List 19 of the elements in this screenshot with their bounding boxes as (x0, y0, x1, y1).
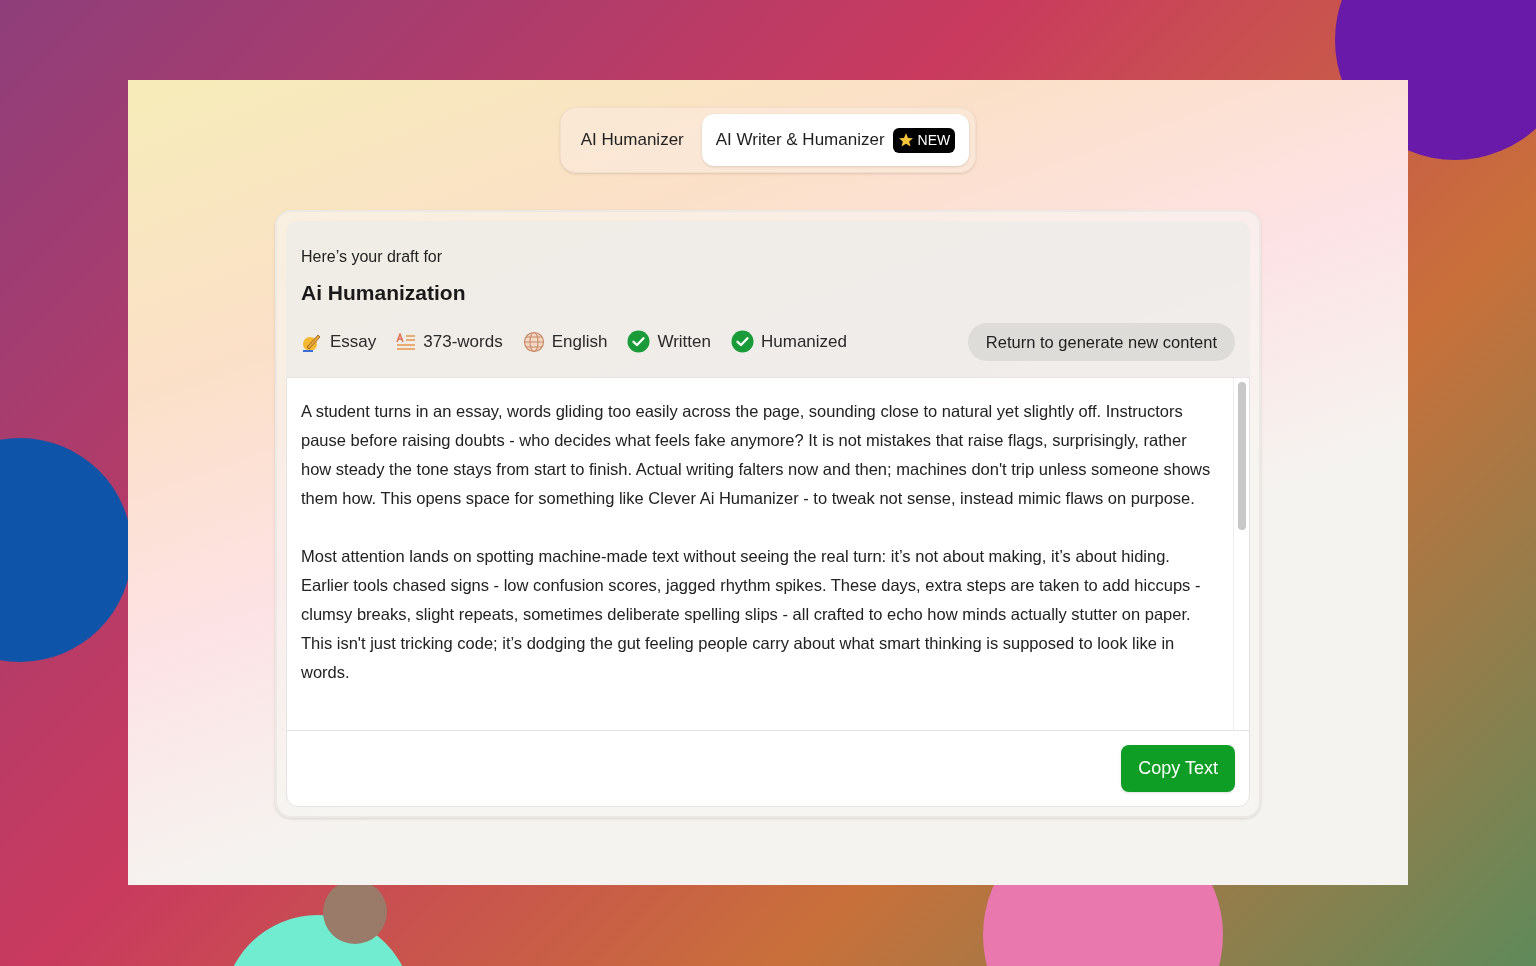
draft-title: Ai Humanization (301, 280, 467, 306)
meta-label: English (551, 331, 608, 354)
tab[interactable]: AI Humanizer (566, 114, 698, 166)
globe-icon (522, 330, 545, 353)
draft-paragraph: Most attention lands on spotting machine-made text without seeing the real turn: it’s not about making, it’s about hiding. Earlier tools chased signs - low confusion scores, jagged rhythm spikes. These days, extra steps are taken to add hiccups - clumsy breaks, slight repeats, sometimes deliberate spelling slips - all crafted to echo how minds actually stutter on paper. This isn't just tricking code; it’s dodging the gut feeling people carry about what smart thinking is supposed to look like in words. (301, 546, 1202, 684)
new-badge: NEW (892, 127, 956, 153)
draft-intro: Here’s your draft for (301, 247, 444, 267)
meta-label: 373-words (423, 331, 503, 354)
meta-label: Humanized (761, 331, 847, 354)
text-lines-icon (396, 332, 417, 351)
star-icon (897, 132, 914, 148)
tab[interactable]: AI Writer & Humanizer NEW (701, 114, 970, 166)
meta-label: Essay (330, 331, 377, 354)
return-button[interactable]: Return to generate new content (967, 322, 1235, 362)
meta-label: Written (657, 331, 711, 354)
draft-paragraph: A student turns in an essay, words gliding too easily across the page, sounding close to natural yet slightly off. Instructors pause before raising doubts - who decides what feels fake anymore? It is not mistakes that raise flags, surprisingly, rather how steady the tone stays from start to finish. Actual writing falters now and then; machines don't trip unless someone shows them how. This opens space for something like Clever Ai Humanizer - to tweak not sense, instead mimic flaws on purpose. (301, 401, 1212, 510)
check-circle-icon (731, 330, 754, 354)
check-circle-icon (627, 330, 651, 354)
copy-text-button[interactable]: Copy Text (1121, 745, 1235, 793)
